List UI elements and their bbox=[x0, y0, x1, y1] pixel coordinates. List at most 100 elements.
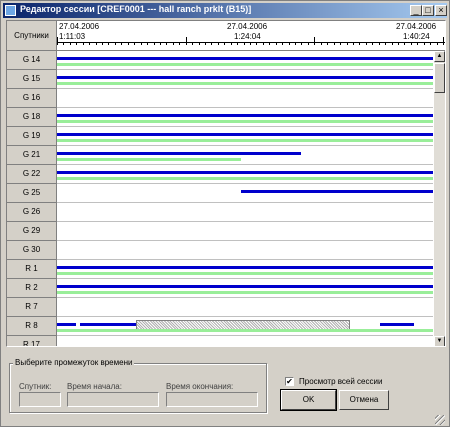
satellite-row[interactable]: G 18 bbox=[7, 108, 433, 127]
view-all-label[interactable]: Просмотр всей сессии bbox=[299, 377, 382, 386]
start-time-label: Время начала: bbox=[67, 382, 122, 391]
ruler-tick bbox=[424, 42, 425, 45]
satellite-track[interactable] bbox=[57, 146, 433, 165]
ruler-tick bbox=[256, 42, 257, 45]
start-time-field[interactable] bbox=[67, 392, 159, 407]
tracking-bar bbox=[57, 291, 433, 294]
observation-bar bbox=[380, 323, 414, 326]
ruler-tick bbox=[411, 42, 412, 45]
satellite-track[interactable] bbox=[57, 203, 433, 222]
ruler-tick bbox=[89, 42, 90, 45]
satellite-track[interactable] bbox=[57, 260, 433, 279]
satellite-name: G 15 bbox=[7, 70, 57, 89]
ruler-tick bbox=[179, 42, 180, 45]
ruler-tick bbox=[289, 42, 290, 45]
title-bar[interactable]: Редактор сессии [CREF0001 --- hall ranch… bbox=[3, 3, 447, 18]
scroll-up-button[interactable]: ▲ bbox=[434, 51, 445, 62]
satellite-name: G 18 bbox=[7, 108, 57, 127]
satellite-row[interactable]: G 29 bbox=[7, 222, 433, 241]
satellite-track[interactable] bbox=[57, 165, 433, 184]
satellite-row[interactable]: G 21 bbox=[7, 146, 433, 165]
observation-bar bbox=[57, 57, 433, 60]
satellite-name: G 30 bbox=[7, 241, 57, 260]
tracking-bar bbox=[57, 272, 433, 275]
ruler-tick bbox=[76, 42, 77, 45]
observation-bar bbox=[57, 266, 433, 269]
satellite-row[interactable]: G 15 bbox=[7, 70, 433, 89]
satellite-row[interactable]: G 26 bbox=[7, 203, 433, 222]
satellite-name: R 2 bbox=[7, 279, 57, 298]
satellite-row[interactable]: G 16 bbox=[7, 89, 433, 108]
ruler-tick bbox=[301, 42, 302, 45]
ruler-tick bbox=[282, 42, 283, 45]
tracking-bar bbox=[57, 177, 433, 180]
satellite-track[interactable] bbox=[57, 108, 433, 127]
close-button[interactable]: × bbox=[435, 5, 447, 16]
satellite-row[interactable]: G 25 bbox=[7, 184, 433, 203]
satellite-track[interactable] bbox=[57, 241, 433, 260]
time-ruler: 27.04.2006 1:11:03 27.04.2006 1:24:04 27… bbox=[57, 21, 445, 51]
satellite-track[interactable] bbox=[57, 298, 433, 317]
satellite-field[interactable] bbox=[19, 392, 61, 407]
satellite-track[interactable] bbox=[57, 184, 433, 203]
satellite-row[interactable]: G 30 bbox=[7, 241, 433, 260]
satellite-track[interactable] bbox=[57, 336, 433, 346]
satellite-row[interactable]: R 17 bbox=[7, 336, 433, 346]
ruler-tick bbox=[366, 42, 367, 45]
minimize-button[interactable]: _ bbox=[410, 5, 422, 16]
ruler-tick bbox=[70, 42, 71, 45]
observation-bar bbox=[57, 171, 433, 174]
ruler-tick bbox=[379, 42, 380, 45]
satellite-track[interactable] bbox=[57, 279, 433, 298]
ruler-tick bbox=[244, 42, 245, 45]
tracking-bar bbox=[57, 139, 433, 142]
ruler-end-date: 27.04.2006 bbox=[396, 22, 437, 31]
scroll-thumb[interactable] bbox=[434, 63, 445, 93]
ruler-mid-time: 1:24:04 bbox=[234, 32, 261, 41]
observation-bar bbox=[57, 285, 433, 288]
cancel-button[interactable]: Отмена bbox=[339, 390, 389, 410]
satellite-row[interactable]: G 22 bbox=[7, 165, 433, 184]
ok-button[interactable]: OK bbox=[280, 389, 337, 411]
vertical-scrollbar[interactable]: ▲ ▼ bbox=[434, 51, 445, 346]
ruler-tick bbox=[108, 42, 109, 45]
satellite-row[interactable]: R 2 bbox=[7, 279, 433, 298]
end-time-field[interactable] bbox=[166, 392, 258, 407]
ruler-tick bbox=[154, 42, 155, 45]
tracking-bar bbox=[57, 329, 433, 332]
ruler-tick bbox=[250, 42, 251, 45]
ruler-tick bbox=[347, 42, 348, 45]
satellite-name: R 8 bbox=[7, 317, 57, 336]
ruler-tick bbox=[385, 42, 386, 45]
satellite-track[interactable] bbox=[57, 70, 433, 89]
satellite-track[interactable] bbox=[57, 51, 433, 70]
session-timeline[interactable]: Спутники 27.04.2006 1:11:03 27.04.2006 1… bbox=[6, 20, 446, 347]
satellite-row[interactable]: R 8 bbox=[7, 317, 433, 336]
satellite-row[interactable]: G 19 bbox=[7, 127, 433, 146]
maximize-button[interactable]: □ bbox=[422, 5, 434, 16]
ruler-tick bbox=[359, 42, 360, 45]
satellite-track[interactable] bbox=[57, 127, 433, 146]
satellite-name: G 29 bbox=[7, 222, 57, 241]
ruler-tick bbox=[224, 42, 225, 45]
ruler-tick bbox=[147, 42, 148, 45]
satellite-name: R 7 bbox=[7, 298, 57, 317]
satellite-track[interactable] bbox=[57, 89, 433, 108]
satellite-track[interactable] bbox=[57, 317, 433, 336]
scroll-down-button[interactable]: ▼ bbox=[434, 336, 445, 346]
satellite-row[interactable]: R 1 bbox=[7, 260, 433, 279]
satellite-track[interactable] bbox=[57, 222, 433, 241]
ruler-tick bbox=[314, 37, 315, 45]
ruler-start-date: 27.04.2006 bbox=[59, 22, 100, 31]
ruler-tick bbox=[96, 42, 97, 45]
satellite-row[interactable]: R 7 bbox=[7, 298, 433, 317]
satellite-name: G 16 bbox=[7, 89, 57, 108]
resize-grip-icon[interactable] bbox=[435, 415, 445, 425]
satellite-name: G 22 bbox=[7, 165, 57, 184]
view-all-checkbox[interactable]: ✔ bbox=[285, 377, 294, 386]
ruler-tick bbox=[83, 42, 84, 45]
satellite-row[interactable]: G 14 bbox=[7, 51, 433, 70]
ruler-end-time: 1:40:24 bbox=[403, 32, 430, 41]
ruler-tick bbox=[186, 37, 187, 45]
satellite-name: G 14 bbox=[7, 51, 57, 70]
